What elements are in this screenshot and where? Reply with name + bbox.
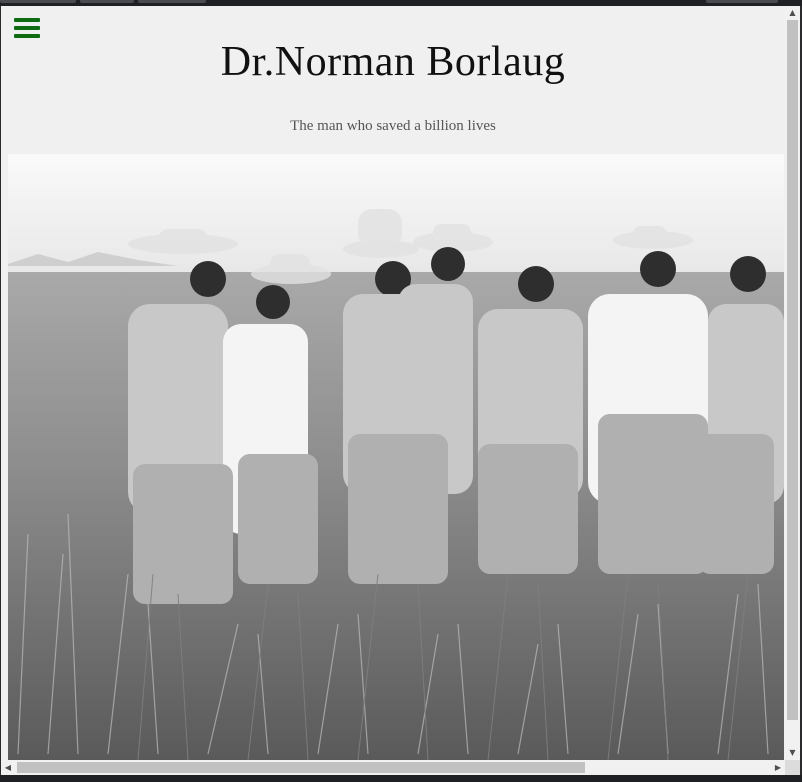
horizontal-scroll-thumb[interactable] <box>17 762 585 773</box>
horizontal-scrollbar[interactable]: ◀ ▶ <box>1 760 785 775</box>
browser-tab[interactable] <box>138 0 206 3</box>
page-title: Dr.Norman Borlaug <box>220 39 566 85</box>
browser-tab[interactable] <box>706 0 778 3</box>
hero-photo <box>8 154 784 760</box>
page-subtitle: The man who saved a billion lives <box>290 118 496 134</box>
browser-tab[interactable] <box>80 0 134 3</box>
window-bottom-edge <box>0 775 802 782</box>
scroll-up-arrow-icon[interactable]: ▲ <box>785 6 800 20</box>
page-viewport: Dr.Norman Borlaug The man who saved a bi… <box>1 6 785 760</box>
scroll-down-arrow-icon[interactable]: ▼ <box>785 746 800 760</box>
scroll-right-arrow-icon[interactable]: ▶ <box>771 760 785 775</box>
browser-tab[interactable] <box>0 0 76 3</box>
vertical-scroll-thumb[interactable] <box>787 20 798 720</box>
hamburger-menu-icon[interactable] <box>14 18 42 40</box>
scrollbar-corner <box>785 760 800 775</box>
vertical-scrollbar[interactable]: ▲ ▼ <box>785 6 800 760</box>
scroll-left-arrow-icon[interactable]: ◀ <box>1 760 15 775</box>
